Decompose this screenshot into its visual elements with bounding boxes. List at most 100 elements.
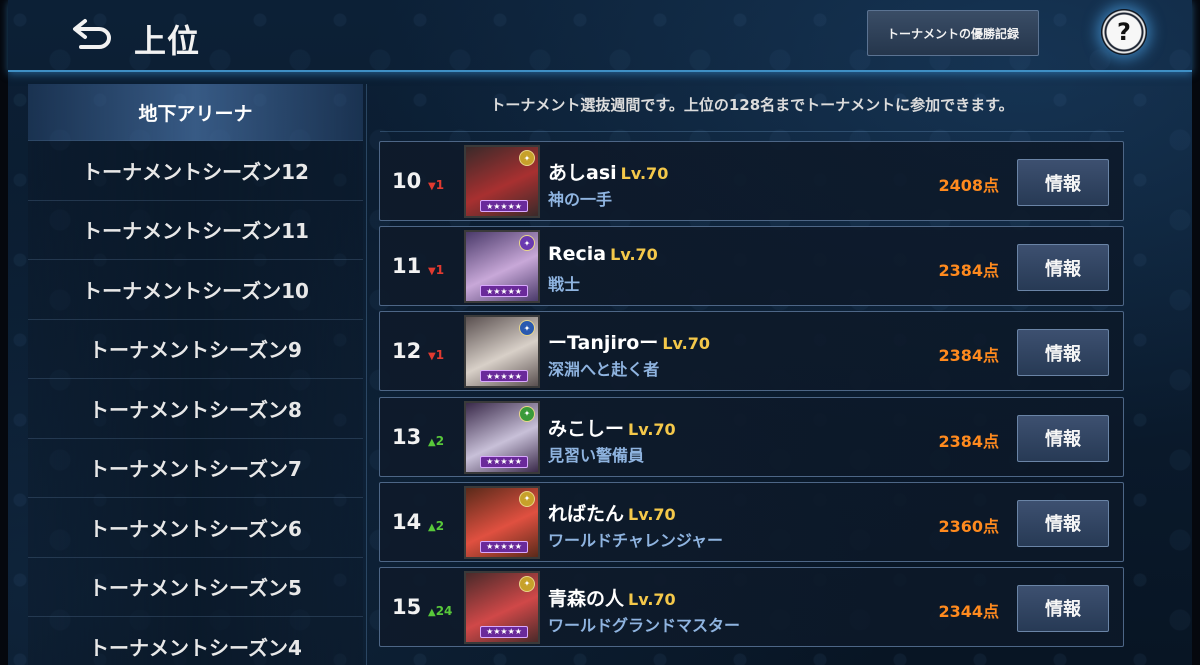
ranking-row: 14 ▲2 ✦ ★★★★★ ればたん Lv.70 ワールドチャレンジャー 2360… — [379, 481, 1124, 562]
player-title: 見習い警備員 — [548, 445, 645, 465]
player-name: Recia — [548, 243, 607, 266]
sidebar-item[interactable]: トーナメントシーズン12 — [28, 141, 363, 201]
info-button[interactable]: 情報 — [1017, 584, 1109, 632]
rank-number: 15 — [392, 594, 422, 619]
info-button[interactable]: 情報 — [1017, 499, 1109, 547]
rarity-badge-icon: ✦ — [519, 235, 535, 252]
player-score: 2344点 — [938, 601, 999, 621]
stars-icon: ★★★★★ — [480, 370, 528, 383]
trend-value: 1 — [435, 263, 445, 278]
player-level: Lv.70 — [620, 164, 669, 183]
player-avatar[interactable]: ✦ ★★★★★ — [464, 230, 540, 304]
question-mark-icon: ? — [1117, 18, 1131, 46]
sidebar-item[interactable]: トーナメントシーズン7 — [28, 438, 363, 498]
ranking-row: 10 ▼1 ✦ ★★★★★ あしasi Lv.70 神の一手 2408点 情報 — [379, 141, 1124, 221]
player-name: 青森の人 — [548, 587, 625, 610]
trend-value: 2 — [435, 518, 445, 533]
ranking-row: 11 ▼1 ✦ ★★★★★ Recia Lv.70 戦士 2384点 情報 — [379, 226, 1124, 307]
stars-icon: ★★★★★ — [480, 455, 528, 468]
rank-trend: ▲2 — [428, 434, 444, 448]
player-name: あしasi — [548, 162, 617, 184]
sidebar: 地下アリーナ トーナメントシーズン12 トーナメントシーズン11 トーナメントシーズン… — [28, 84, 363, 665]
rank-trend: ▲24 — [428, 604, 452, 618]
vertical-divider — [366, 84, 367, 665]
rank-trend: ▼1 — [428, 263, 444, 277]
arrow-up-icon: ▲ — [428, 521, 436, 533]
rank-number: 13 — [392, 424, 422, 449]
page-title: 上位 — [134, 22, 201, 60]
sidebar-item[interactable]: トーナメントシーズン10 — [28, 260, 363, 320]
arrow-up-icon: ▲ — [428, 436, 436, 448]
sidebar-item[interactable]: 地下アリーナ — [28, 84, 363, 141]
rarity-badge-icon: ✦ — [519, 150, 535, 166]
stars-icon: ★★★★★ — [480, 285, 528, 298]
info-button[interactable]: 情報 — [1017, 159, 1109, 206]
player-name: みこしー — [548, 417, 625, 440]
left-edge — [0, 0, 8, 665]
trend-value: 1 — [435, 348, 445, 363]
tournament-history-button[interactable]: トーナメントの優勝記録 — [867, 10, 1039, 56]
sidebar-item[interactable]: トーナメントシーズン11 — [28, 200, 363, 260]
player-score: 2408点 — [938, 176, 999, 195]
ranking-row: 12 ▼1 ✦ ★★★★★ ーTanjiroー Lv.70 深淵へと赴く者 238… — [379, 311, 1124, 392]
rank-number: 11 — [392, 254, 422, 279]
rank-trend: ▼1 — [428, 178, 444, 192]
player-title: 深淵へと赴く者 — [548, 360, 660, 380]
info-button[interactable]: 情報 — [1017, 414, 1109, 462]
player-avatar[interactable]: ✦ ★★★★★ — [464, 570, 540, 644]
sidebar-item[interactable]: トーナメントシーズン4 — [28, 617, 363, 665]
player-avatar[interactable]: ✦ ★★★★★ — [464, 400, 540, 474]
player-name-line: あしasi Lv.70 — [548, 158, 668, 185]
player-name-line: Recia Lv.70 — [548, 243, 658, 265]
player-title: 神の一手 — [548, 190, 613, 209]
player-name-line: みこしー Lv.70 — [548, 414, 676, 441]
rarity-badge-icon: ✦ — [519, 575, 535, 592]
trend-value: 1 — [435, 178, 445, 192]
sidebar-item[interactable]: トーナメントシーズン9 — [28, 319, 363, 379]
player-avatar[interactable]: ✦ ★★★★★ — [464, 485, 540, 559]
player-level: Lv.70 — [610, 245, 658, 265]
arrow-up-icon: ▲ — [428, 606, 436, 618]
player-name: ればたん — [548, 502, 625, 525]
stars-icon: ★★★★★ — [480, 625, 528, 638]
header-bar: 上位 トーナメントの優勝記録 ? — [8, 0, 1192, 72]
sidebar-item[interactable]: トーナメントシーズン6 — [28, 498, 363, 558]
player-score: 2384点 — [938, 431, 999, 451]
sidebar-item[interactable]: トーナメントシーズン8 — [28, 379, 363, 439]
player-name-line: 青森の人 Lv.70 — [548, 584, 676, 611]
player-title: 戦士 — [548, 275, 581, 295]
player-score: 2384点 — [938, 261, 999, 281]
player-level: Lv.70 — [628, 589, 676, 609]
player-avatar[interactable]: ✦ ★★★★★ — [464, 145, 540, 218]
player-level: Lv.70 — [628, 504, 676, 524]
arrow-down-icon: ▼ — [428, 266, 436, 278]
notice-divider — [380, 131, 1124, 132]
player-title: ワールドグランドマスター — [548, 615, 741, 635]
rank-number: 12 — [392, 339, 422, 364]
trend-value: 24 — [435, 603, 453, 618]
player-name-line: ーTanjiroー Lv.70 — [548, 328, 710, 355]
rarity-badge-icon: ✦ — [519, 490, 535, 507]
ranking-row: 13 ▲2 ✦ ★★★★★ みこしー Lv.70 見習い警備員 2384点 情報 — [379, 396, 1124, 477]
rank-number: 14 — [392, 509, 422, 534]
sidebar-item[interactable]: トーナメントシーズン5 — [28, 557, 363, 617]
player-title: ワールドチャレンジャー — [548, 530, 724, 550]
back-arrow-icon — [73, 19, 111, 49]
player-name-line: ればたん Lv.70 — [548, 499, 676, 526]
ranking-row: 15 ▲24 ✦ ★★★★★ 青森の人 Lv.70 ワールドグランドマスター 23… — [379, 566, 1124, 647]
ranking-list: 10 ▼1 ✦ ★★★★★ あしasi Lv.70 神の一手 2408点 情報 1… — [379, 141, 1124, 652]
arrow-down-icon: ▼ — [428, 181, 436, 192]
notice-text: トーナメント選抜週間です。上位の128名までトーナメントに参加できます。 — [490, 96, 1014, 114]
help-button[interactable]: ? — [1101, 9, 1147, 55]
info-button[interactable]: 情報 — [1017, 329, 1109, 377]
player-score: 2384点 — [938, 346, 999, 366]
trend-value: 2 — [435, 433, 445, 448]
player-avatar[interactable]: ✦ ★★★★★ — [464, 315, 540, 389]
arrow-down-icon: ▼ — [428, 351, 436, 363]
back-button[interactable] — [66, 14, 120, 54]
rank-trend: ▲2 — [428, 519, 444, 533]
info-button[interactable]: 情報 — [1017, 244, 1109, 292]
rank-number: 10 — [392, 169, 422, 193]
player-score: 2360点 — [938, 516, 999, 536]
stars-icon: ★★★★★ — [480, 540, 528, 553]
